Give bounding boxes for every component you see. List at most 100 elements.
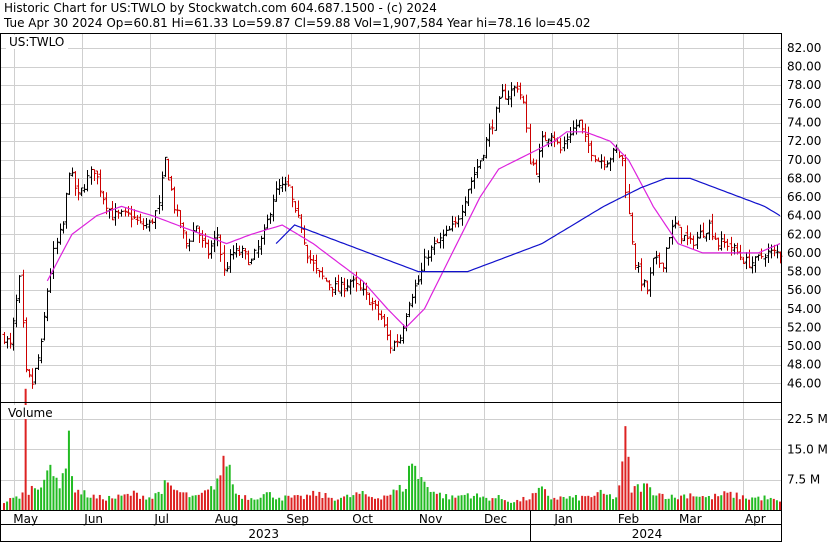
volume-bar [330,497,333,510]
volume-tick-label: 22.5 M [787,412,828,426]
volume-bar [336,499,339,510]
volume-bar [732,497,735,510]
price-bar [398,334,403,344]
volume-bar [139,498,142,510]
volume-bar [231,484,234,510]
price-bar [524,94,529,133]
price-bar [228,249,233,273]
volume-bar [64,468,67,510]
volume-bar [296,495,299,510]
price-tick-label: 74.00 [787,116,821,130]
volume-bar [612,499,615,510]
price-bar [589,140,594,162]
price-bar [586,126,591,153]
price-bar [249,258,254,265]
chart-canvas: Historic Chart for US:TWLO by Stockwatch… [0,1,828,542]
price-bar [722,233,727,248]
price-bar [268,212,273,224]
volume-bar [40,487,43,510]
price-bar [388,330,393,354]
volume-bar [169,485,172,510]
volume-bar [108,495,111,510]
volume-bar [293,495,296,510]
price-tick-label: 70.00 [787,153,821,167]
volume-bar [370,497,373,510]
volume-bar [52,476,55,510]
volume-bar [46,470,49,510]
volume-bar [445,494,448,510]
volume-bar [488,500,491,510]
volume-bar [476,493,479,510]
volume-bar [256,499,259,510]
volume-bar [636,484,639,510]
price-bar [661,262,666,272]
volume-bar [506,501,509,510]
volume-bar [408,465,411,510]
price-bar [701,222,706,239]
price-bar [33,367,38,385]
volume-bar [278,497,281,510]
volume-bar [27,494,30,510]
volume-bar [12,497,15,510]
volume-bar [383,495,386,510]
volume-bar [630,492,633,510]
volume-bar [86,497,89,510]
price-bar [645,280,650,295]
volume-bar [33,488,36,510]
volume-bar [568,496,571,510]
volume-bar [290,497,293,510]
volume-bar [18,498,21,510]
price-bar [410,293,415,308]
volume-bar [701,496,704,510]
month-axis-band [0,510,782,525]
month-label: Jan [553,512,573,526]
price-tick-label: 54.00 [787,302,821,316]
volume-bar [525,500,528,510]
month-label: Feb [618,512,639,526]
volume-bar [534,492,537,510]
volume-bar [346,494,349,510]
price-bar [623,154,628,199]
price-tick-label: 78.00 [787,78,821,92]
price-bar [605,160,610,168]
volume-bar [556,499,559,510]
volume-bar [74,492,77,510]
volume-bar [469,498,472,510]
price-bar [707,219,712,241]
price-bar [654,250,659,265]
quote-summary: Tue Apr 30 2024 Op=60.81 Hi=61.33 Lo=59.… [3,16,591,30]
price-bar [534,159,539,176]
volume-bar [717,496,720,510]
year-axis: 2023 2024 [248,511,662,542]
volume-bar [349,497,352,510]
price-bar [664,247,669,273]
price-bar [317,269,322,278]
price-bar [271,194,276,222]
price-tick-label: 64.00 [787,209,821,223]
volume-bar [151,498,154,510]
price-tick-label: 62.00 [787,227,821,241]
volume-bar [587,495,590,510]
volume-bar [460,495,463,510]
volume-bar [562,497,565,510]
price-bar [36,354,41,370]
month-label: Mar [679,512,702,526]
price-tick-label: 50.00 [787,339,821,353]
price-bar [531,158,536,166]
price-bar [218,234,223,262]
price-bar [441,229,446,249]
volume-bar [448,499,451,510]
volume-bar [333,500,336,510]
volume-bar [516,499,519,510]
price-bar [222,245,227,276]
price-bar [209,240,214,259]
volume-bar [197,494,200,510]
volume-bar [429,491,432,510]
volume-bar [766,499,769,510]
price-bar [14,294,19,328]
volume-bar [423,481,426,510]
price-bar [494,106,499,131]
volume-bar [182,492,185,510]
volume-bar [454,497,457,510]
month-label: Jun [83,512,103,526]
